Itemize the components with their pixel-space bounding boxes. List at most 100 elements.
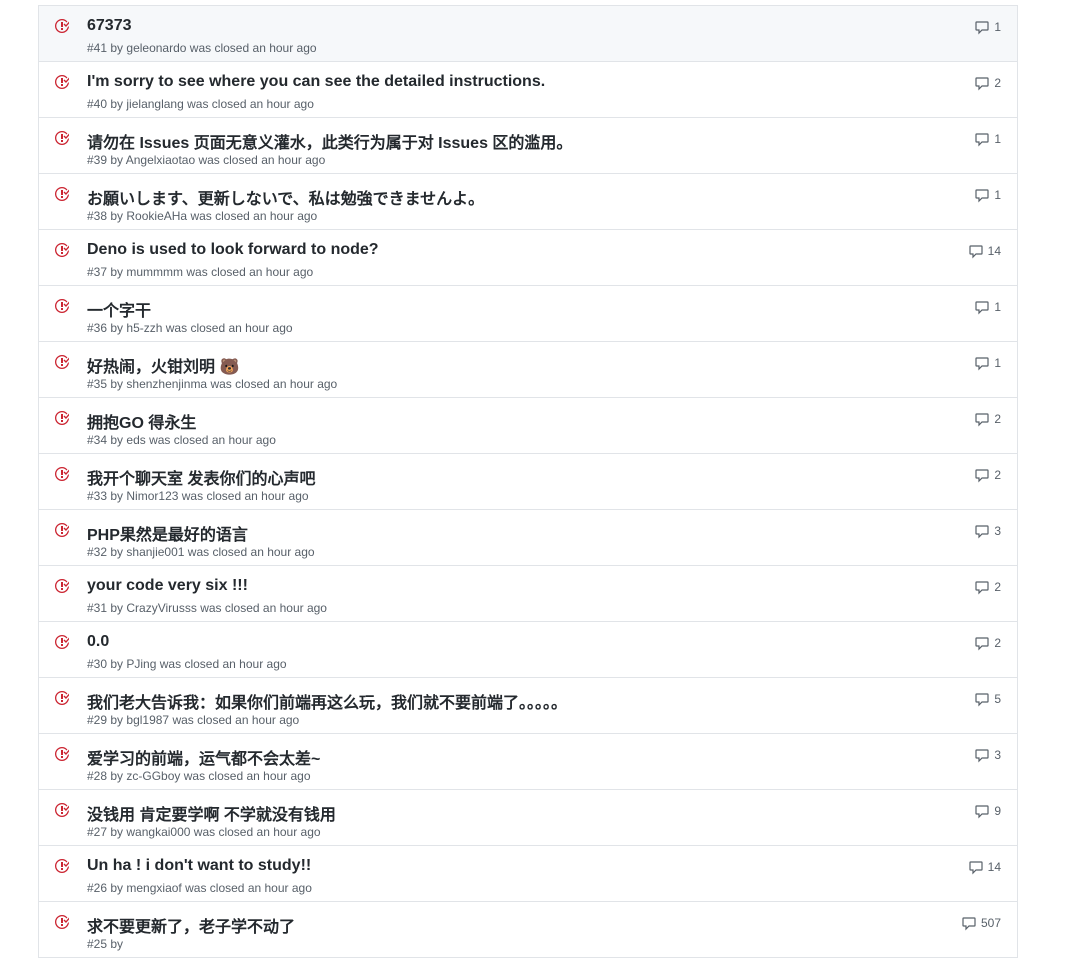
issue-status: was closed xyxy=(200,601,260,615)
comments-link[interactable]: 14 xyxy=(968,243,1001,259)
issue-by: by xyxy=(110,321,127,335)
issue-author-link[interactable]: shenzhenjinma xyxy=(126,377,207,391)
comment-count: 2 xyxy=(994,412,1001,426)
comment-icon xyxy=(975,357,989,371)
issue-status: was closed xyxy=(187,545,248,559)
issue-author-link[interactable]: geleonardo xyxy=(126,41,186,55)
comment-icon xyxy=(975,21,989,35)
issue-author-link[interactable]: Angelxiaotao xyxy=(126,153,195,167)
issue-meta: #29 by bgl1987 was closed an hour ago xyxy=(87,713,299,727)
issue-time: an hour ago xyxy=(222,657,287,671)
comment-icon xyxy=(969,861,983,875)
issue-author-link[interactable]: Nimor123 xyxy=(126,489,178,503)
issue-time: an hour ago xyxy=(250,545,315,559)
issue-row: 没钱用 肯定要学啊 不学就没有钱用 #27 by wangkai000 was … xyxy=(39,790,1017,846)
issue-meta: #40 by jielanglang was closed an hour ag… xyxy=(87,97,314,111)
issue-row: I'm sorry to see where you can see the d… xyxy=(39,62,1017,118)
comment-icon xyxy=(975,693,989,707)
comment-icon xyxy=(975,525,989,539)
comment-icon xyxy=(975,413,989,427)
issue-title-link[interactable]: 请勿在 Issues 页面无意义灌水，此类行为属于对 Issues 区的滥用。 xyxy=(87,129,572,153)
issue-title-link[interactable]: お願いします、更新しないで、私は勉強できませんよ。 xyxy=(87,185,484,209)
issue-by: by xyxy=(110,881,127,895)
issue-title-link[interactable]: PHP果然是最好的语言 xyxy=(87,521,248,545)
issue-title-link[interactable]: 我们老大告诉我：如果你们前端再这么玩，我们就不要前端了。。。。。 xyxy=(87,689,567,713)
issue-author-link[interactable]: eds xyxy=(126,433,145,447)
issue-title-link[interactable]: 一个字干 xyxy=(87,297,151,321)
comment-icon xyxy=(969,245,983,259)
issue-author-link[interactable]: h5-zzh xyxy=(126,321,162,335)
issue-status: was closed xyxy=(198,153,258,167)
comment-count: 14 xyxy=(987,244,1001,258)
issue-number: #30 xyxy=(87,657,108,671)
issue-status: was closed xyxy=(189,41,250,55)
issue-author-link[interactable]: zc-GGboy xyxy=(126,769,180,783)
comments-link[interactable]: 1 xyxy=(974,131,1001,147)
issue-title-link[interactable]: your code very six !!! xyxy=(87,577,248,595)
issue-row: 我们老大告诉我：如果你们前端再这么玩，我们就不要前端了。。。。。 #29 by … xyxy=(39,678,1017,734)
comments-link[interactable]: 1 xyxy=(974,187,1001,203)
issue-meta: #26 by mengxiaof was closed an hour ago xyxy=(87,881,312,895)
issue-title-link[interactable]: 没钱用 肯定要学啊 不学就没有钱用 xyxy=(87,801,336,825)
comments-link[interactable]: 1 xyxy=(974,299,1001,315)
comments-link[interactable]: 2 xyxy=(974,75,1001,91)
issue-time: an hour ago xyxy=(211,433,276,447)
comments-link[interactable]: 2 xyxy=(974,635,1001,651)
issue-time: an hour ago xyxy=(252,41,317,55)
issue-row: 一个字干 #36 by h5-zzh was closed an hour ag… xyxy=(39,286,1017,342)
issue-by: by xyxy=(110,601,127,615)
issue-row: 求不要更新了，老子学不动了 #25 by 507 xyxy=(39,902,1017,958)
issue-title-link[interactable]: 67373 xyxy=(87,17,132,35)
issue-title-link[interactable]: 好热闹，火钳刘明 🐻 xyxy=(87,353,239,377)
issue-author-link[interactable]: shanjie001 xyxy=(126,545,184,559)
issue-author-link[interactable]: CrazyVirusss xyxy=(126,601,196,615)
issue-number: #25 xyxy=(87,937,108,951)
issue-by: by xyxy=(110,937,124,951)
comments-link[interactable]: 2 xyxy=(974,579,1001,595)
issue-closed-icon xyxy=(55,466,71,482)
issue-by: by xyxy=(110,769,127,783)
comments-link[interactable]: 3 xyxy=(974,523,1001,539)
issue-title-link[interactable]: Un ha ! i don't want to study!! xyxy=(87,857,311,875)
issue-closed-icon xyxy=(55,690,71,706)
issue-title-link[interactable]: I'm sorry to see where you can see the d… xyxy=(87,73,545,91)
issue-title-link[interactable]: 我开个聊天室 发表你们的心声吧 xyxy=(87,465,315,489)
comment-count: 3 xyxy=(994,748,1001,762)
comments-link[interactable]: 1 xyxy=(974,355,1001,371)
comments-link[interactable]: 1 xyxy=(974,19,1001,35)
issue-title-link[interactable]: Deno is used to look forward to node? xyxy=(87,241,379,259)
issue-title-link[interactable]: 拥抱GO 得永生 xyxy=(87,409,196,433)
issue-author-link[interactable]: wangkai000 xyxy=(126,825,190,839)
comments-link[interactable]: 9 xyxy=(974,803,1001,819)
comments-link[interactable]: 2 xyxy=(974,411,1001,427)
issue-meta: #31 by CrazyVirusss was closed an hour a… xyxy=(87,601,327,615)
issue-status: was closed xyxy=(193,825,254,839)
comments-link[interactable]: 5 xyxy=(974,691,1001,707)
issue-author-link[interactable]: mengxiaof xyxy=(126,881,181,895)
issue-by: by xyxy=(110,41,127,55)
issue-number: #40 xyxy=(87,97,108,111)
issue-closed-icon xyxy=(55,130,71,146)
comments-link[interactable]: 14 xyxy=(968,859,1001,875)
issue-time: an hour ago xyxy=(244,489,309,503)
issue-number: #37 xyxy=(87,265,108,279)
issue-closed-icon xyxy=(55,186,71,202)
issue-time: an hour ago xyxy=(249,265,314,279)
comment-count: 2 xyxy=(994,580,1001,594)
comments-link[interactable]: 507 xyxy=(961,915,1001,931)
comments-link[interactable]: 2 xyxy=(974,467,1001,483)
issue-title-link[interactable]: 0.0 xyxy=(87,633,109,651)
comment-count: 9 xyxy=(994,804,1001,818)
comment-icon xyxy=(975,77,989,91)
issue-closed-icon xyxy=(55,298,71,314)
issue-author-link[interactable]: jielanglang xyxy=(126,97,183,111)
issue-author-link[interactable]: RookieAHa xyxy=(126,209,187,223)
issue-title-link[interactable]: 求不要更新了，老子学不动了 xyxy=(87,913,295,937)
issue-author-link[interactable]: PJing xyxy=(126,657,156,671)
comments-link[interactable]: 3 xyxy=(974,747,1001,763)
issue-title-link[interactable]: 爱学习的前端，运气都不会太差~ xyxy=(87,745,320,769)
issue-by: by xyxy=(110,657,127,671)
issue-status: was closed xyxy=(187,97,247,111)
issue-author-link[interactable]: mummmm xyxy=(126,265,183,279)
issue-author-link[interactable]: bgl1987 xyxy=(126,713,169,727)
